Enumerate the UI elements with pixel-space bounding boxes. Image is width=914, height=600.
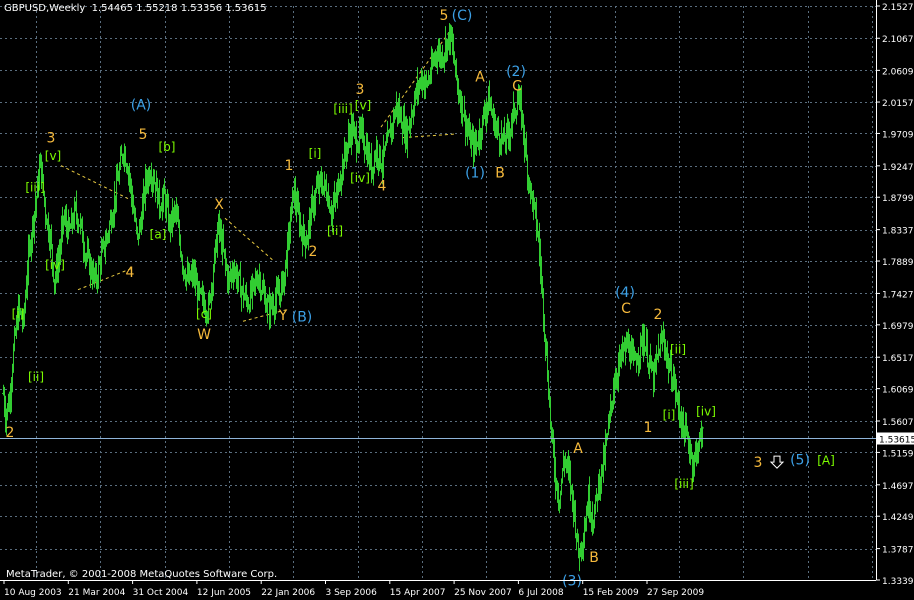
wave-label-5: 3 — [47, 131, 56, 147]
copyright-note: MetaTrader, © 2001-2008 MetaQuotes Softw… — [6, 569, 278, 580]
price-chart[interactable]: 2[i][ii][iii][iv]3[v]4(A)5[b][a]X[c]WY (B… — [0, 0, 914, 600]
wave-label-24: [iv] — [350, 171, 370, 185]
y-tick-label: 1.37870 — [882, 546, 914, 556]
x-tick-label: 15 Feb 2009 — [583, 588, 639, 598]
wave-label-22: 3 — [356, 82, 365, 98]
y-tick-label: 2.15270 — [882, 3, 914, 13]
x-tick-label: 25 Nov 2007 — [454, 588, 512, 598]
y-tick-label: 1.78890 — [882, 258, 914, 268]
wave-label-44: 3 — [754, 455, 763, 471]
wave-label-11: [a] — [150, 228, 167, 242]
wave-label-17: 1 — [285, 158, 294, 174]
wave-label-21: [iii] — [333, 102, 352, 116]
wave-label-43: [iii] — [674, 477, 693, 491]
price-tag-label: 1.53615 — [879, 436, 914, 446]
x-tick-label: 10 Aug 2003 — [4, 588, 62, 598]
wave-label-25: 4 — [378, 178, 387, 194]
wave-label-41: 1 — [644, 420, 653, 436]
y-tick-label: 1.33390 — [882, 577, 914, 587]
wave-label-27: (C) — [452, 8, 473, 24]
ohlc-values: 1.54465 1.55218 1.53356 1.53615 — [91, 3, 267, 14]
y-tick-label: 1.46970 — [882, 482, 914, 492]
wave-label-38: 2 — [654, 307, 663, 323]
wave-label-45: (5) — [790, 452, 810, 468]
wave-label-9: 5 — [139, 127, 148, 143]
wave-label-39: [ii] — [670, 343, 686, 357]
symbol-title: GBPUSD,Weekly — [4, 3, 86, 14]
chart-header: GBPUSD,Weekly 1.54465 1.55218 1.53356 1.… — [4, 3, 267, 14]
wave-label-30: C — [512, 79, 522, 95]
y-tick-label: 1.69790 — [882, 322, 914, 332]
wave-label-33: A — [573, 441, 583, 457]
wave-label-42: [iv] — [696, 404, 716, 418]
y-tick-label: 2.10670 — [882, 35, 914, 45]
wave-label-19: 2 — [309, 244, 318, 260]
wave-label-35: (3) — [562, 574, 582, 590]
wave-label-15: Y — [278, 308, 288, 324]
wave-label-36: (4) — [615, 285, 635, 301]
y-tick-label: 1.92470 — [882, 163, 914, 173]
wave-label-18: [i] — [309, 146, 322, 160]
current-price-tag: 1.53615 — [877, 432, 914, 446]
wave-label-32: B — [495, 166, 505, 182]
y-tick-label: 1.65170 — [882, 354, 914, 364]
y-tick-label: 1.51590 — [882, 449, 914, 459]
y-tick-label: 2.06090 — [882, 67, 914, 77]
wave-label-4: [iv] — [45, 258, 65, 272]
wave-label-3: [iii] — [25, 181, 44, 195]
wave-label-12: X — [214, 197, 224, 213]
y-tick-label: 1.83370 — [882, 227, 914, 237]
x-tick-label: 27 Sep 2009 — [647, 588, 704, 598]
x-tick-label: 6 Jul 2008 — [518, 588, 563, 598]
x-tick-label: 31 Oct 2004 — [133, 588, 189, 598]
y-tick-label: 1.87990 — [882, 194, 914, 204]
wave-label-20: [ii] — [327, 224, 343, 238]
x-tick-label: 12 Jun 2005 — [197, 588, 251, 598]
wave-label-40: [i] — [663, 408, 676, 422]
y-tick-label: 1.42490 — [882, 513, 914, 523]
wave-label-6: [v] — [45, 149, 61, 163]
wave-label-29: (2) — [506, 64, 526, 80]
wave-label-23: [v] — [355, 99, 371, 113]
wave-label-0: 2 — [6, 425, 15, 441]
wave-label-26: 5 — [440, 8, 449, 24]
y-tick-label: 1.60690 — [882, 386, 914, 396]
wave-label-10: [b] — [159, 140, 176, 154]
wave-label-2: [ii] — [28, 370, 44, 384]
wave-label-37: C — [621, 301, 631, 317]
y-tick-label: 2.01570 — [882, 99, 914, 109]
wave-label-28: A — [475, 70, 485, 86]
wave-label-31: (1) — [465, 166, 485, 182]
wave-label-13: [c] — [196, 307, 212, 321]
wave-label-7: 4 — [126, 265, 135, 281]
wave-label-34: B — [589, 550, 599, 566]
y-tick-label: 1.56070 — [882, 418, 914, 428]
wave-label-16: (B) — [292, 309, 313, 325]
x-tick-label: 21 Mar 2004 — [68, 588, 125, 598]
y-tick-label: 1.97090 — [882, 130, 914, 140]
x-tick-label: 15 Apr 2007 — [390, 588, 446, 598]
y-tick-label: 1.74270 — [882, 290, 914, 300]
x-tick-label: 22 Jan 2006 — [261, 588, 315, 598]
x-tick-label: 3 Sep 2006 — [326, 588, 378, 598]
wave-label-8: (A) — [131, 98, 152, 114]
wave-label-14: W — [197, 327, 211, 343]
wave-label-1: [i] — [12, 307, 25, 321]
wave-label-46: [A] — [817, 453, 835, 467]
